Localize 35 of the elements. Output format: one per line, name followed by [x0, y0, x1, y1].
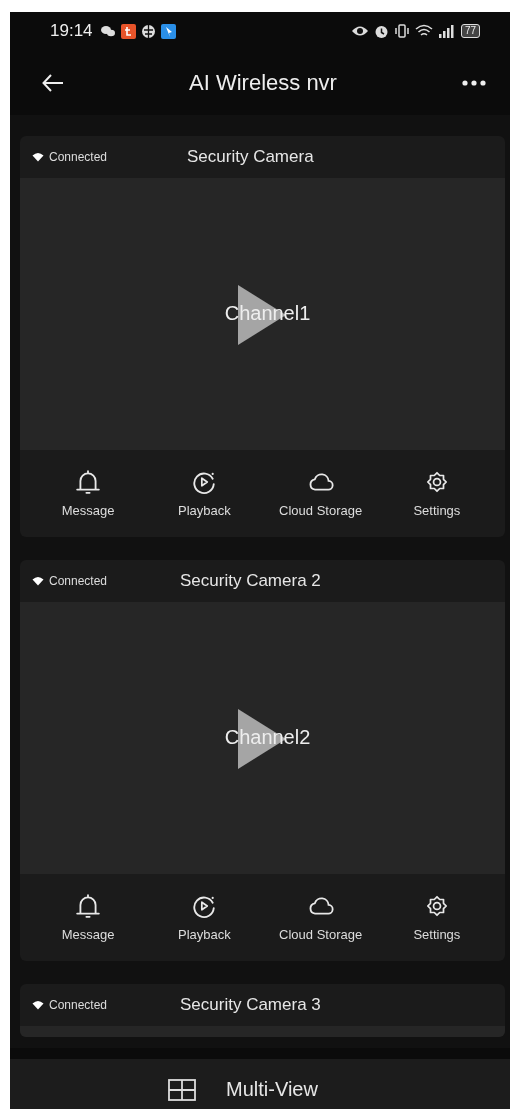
action-button[interactable]: Cloud Storage [265, 893, 376, 942]
action-button[interactable]: Settings [381, 469, 492, 518]
vibrate-icon [393, 24, 410, 38]
connection-status: Connected [49, 150, 108, 164]
action-button[interactable]: Settings [381, 893, 492, 942]
wifi-icon [414, 24, 433, 38]
multi-view-button[interactable]: Multi-View [10, 1059, 510, 1109]
camera-name: Security Camera [187, 147, 314, 167]
globe-icon [140, 23, 156, 39]
app-icon [160, 23, 176, 39]
back-arrow-icon [42, 73, 64, 92]
action-button[interactable]: Cloud Storage [265, 469, 376, 518]
connection-status: Connected [49, 574, 108, 588]
alarm-icon [373, 23, 389, 39]
bell-icon [75, 469, 102, 495]
action-button[interactable]: Message [33, 893, 144, 942]
battery-level: 77 [460, 24, 480, 38]
camera-name: Security Camera 3 [180, 995, 321, 1015]
signal-icon [437, 24, 456, 38]
screen-title: AI Wireless nvr [189, 69, 337, 96]
action-button[interactable]: Playback [149, 893, 260, 942]
more-icon [462, 79, 486, 86]
bell-icon [75, 893, 102, 919]
chat-icon [99, 25, 116, 37]
connection-icon [32, 1000, 44, 1010]
connection-icon [32, 152, 44, 162]
action-button[interactable]: Playback [149, 469, 260, 518]
action-button[interactable]: Message [33, 469, 144, 518]
clock-time: 19:14 [50, 21, 93, 41]
app-icon [120, 23, 136, 39]
connection-status: Connected [49, 998, 108, 1012]
grid-icon [168, 1078, 197, 1101]
connection-icon [32, 576, 44, 586]
camera-name: Security Camera 2 [180, 571, 321, 591]
eye-icon [350, 25, 369, 37]
